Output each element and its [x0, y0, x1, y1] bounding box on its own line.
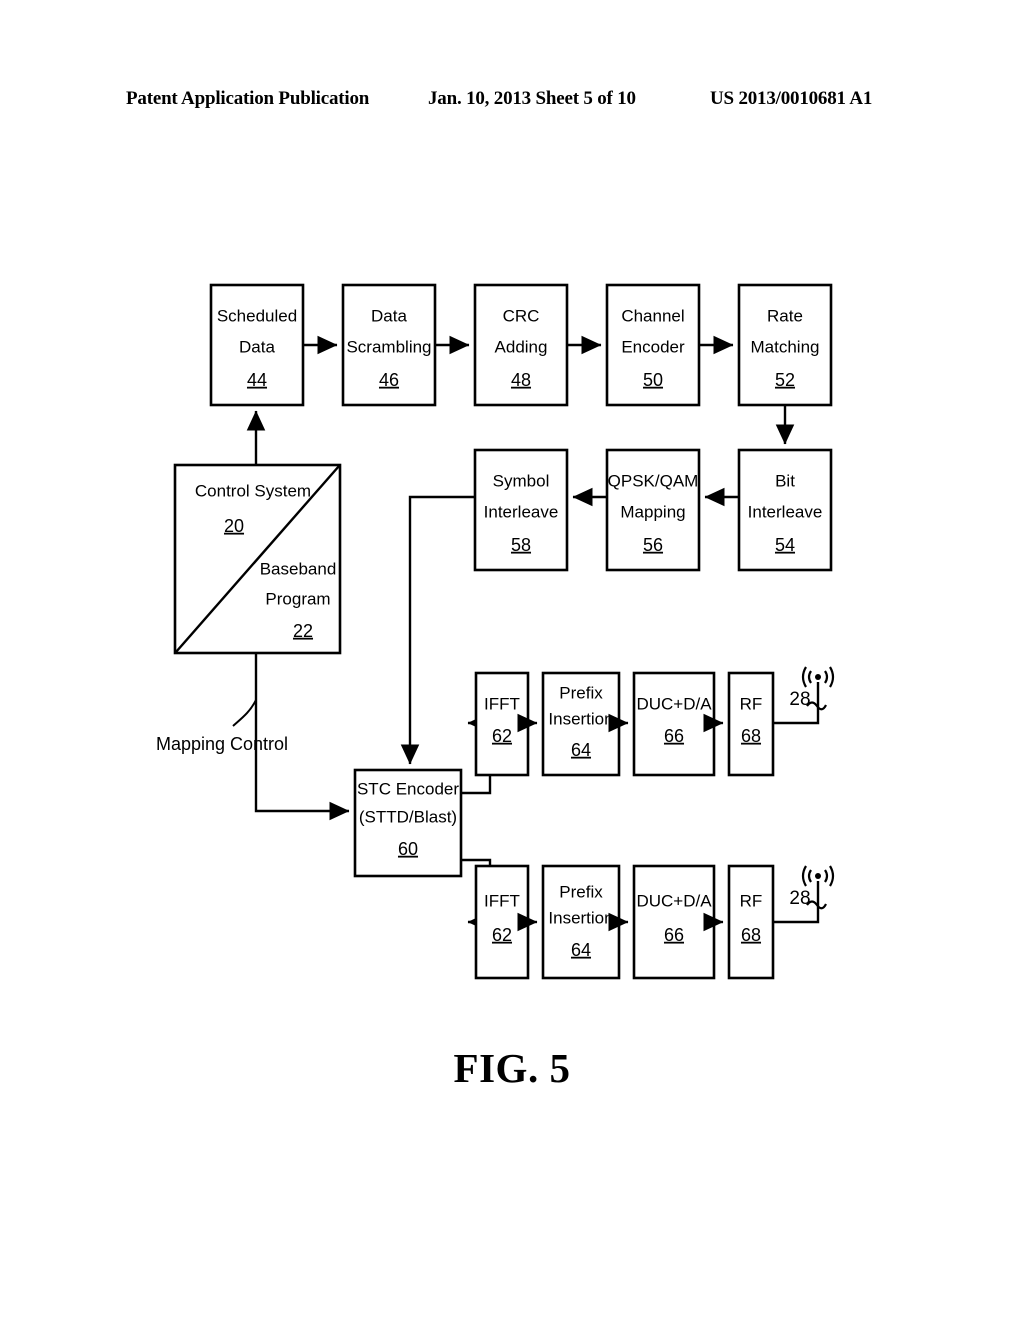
- block-label-line1: RF: [740, 694, 763, 713]
- block-duc-da-lower: DUC+D/A 66: [632, 864, 716, 980]
- block-ref-number: 64: [571, 940, 591, 960]
- block-crc-adding: CRC Adding 48: [473, 283, 569, 407]
- block-rf-upper: RF 68: [727, 671, 775, 777]
- block-label-line1: IFFT: [484, 694, 520, 713]
- block-prefix-insertion-upper: Prefix Insertion 64: [541, 671, 621, 777]
- antenna-lower-radiator-dot: [815, 873, 821, 879]
- block-duc-da-upper: DUC+D/A 66: [632, 671, 716, 777]
- block-ref-number: 68: [741, 726, 761, 746]
- block-label-line2: Encoder: [621, 337, 685, 356]
- patent-drawing-page: Patent Application Publication Jan. 10, …: [0, 0, 1024, 1320]
- block-ref-number: 60: [398, 839, 418, 859]
- block-ifft-lower: IFFT 62: [474, 864, 530, 980]
- block-label-line2: Matching: [751, 337, 820, 356]
- block-label-line1: CRC: [503, 306, 540, 325]
- block-label-line1: QPSK/QAM: [608, 471, 699, 490]
- antenna-lower-wave-left-inner: [807, 869, 812, 883]
- block-label-line2: Adding: [495, 337, 548, 356]
- block-label-line1: STC Encoder: [357, 779, 459, 798]
- block-ref-number: 68: [741, 925, 761, 945]
- block-data-scrambling: Data Scrambling 46: [341, 283, 437, 407]
- mapping-control-label-line1: Mapping Control: [156, 734, 288, 754]
- block-label-line1: Symbol: [493, 471, 550, 490]
- block-label-line2: Scrambling: [346, 337, 431, 356]
- block-label-line1: Scheduled: [217, 306, 297, 325]
- arrow-symbol-interleave-to-stc-encoder: [400, 495, 475, 765]
- block-control-system: Control System 20 Baseband Program 22: [173, 463, 342, 655]
- baseband-program-label-line2: Program: [265, 589, 330, 608]
- antenna-lower-wave-right-inner: [824, 869, 829, 883]
- block-label-line2: Interleave: [748, 502, 823, 521]
- block-ref-number: 66: [664, 726, 684, 746]
- block-symbol-interleave: Symbol Interleave 58: [473, 448, 569, 572]
- antenna-upper-wave-left-outer: [801, 666, 807, 688]
- antenna-lower-wave-left-outer: [801, 865, 807, 887]
- block-ifft-upper: IFFT 62: [474, 671, 530, 777]
- block-label-line1: IFFT: [484, 891, 520, 910]
- block-rf-lower: RF 68: [727, 864, 775, 980]
- antenna-lower-ref-number: 28: [789, 888, 810, 909]
- block-ref-number: 54: [775, 535, 795, 555]
- block-label-line1: Prefix: [559, 683, 603, 702]
- figure-caption: FIG. 5: [453, 1045, 571, 1091]
- block-bit-interleave: Bit Interleave 54: [737, 448, 833, 572]
- block-label-line2: Data: [239, 337, 275, 356]
- block-label-line1: Prefix: [559, 882, 603, 901]
- block-ref-number: 62: [492, 726, 512, 746]
- antenna-upper-radiator-dot: [815, 674, 821, 680]
- block-ref-number: 62: [492, 925, 512, 945]
- block-label-line2: Insertion: [548, 709, 613, 728]
- block-label-line2: Insertion: [548, 908, 613, 927]
- baseband-program-label-line1: Baseband: [260, 559, 337, 578]
- block-label-line1: Data: [371, 306, 407, 325]
- block-label-line1: Bit: [775, 471, 795, 490]
- block-ref-number: 64: [571, 740, 591, 760]
- block-ref-number: 56: [643, 535, 663, 555]
- block-ref-number: 46: [379, 370, 399, 390]
- antenna-upper-wave-right-inner: [824, 670, 829, 684]
- block-prefix-insertion-lower: Prefix Insertion 64: [541, 864, 621, 980]
- baseband-program-ref-number: 22: [293, 621, 313, 641]
- block-label-line2: (STTD/Blast): [359, 807, 457, 826]
- antenna-upper: 28: [773, 666, 835, 725]
- block-ref-number: 66: [664, 925, 684, 945]
- block-rate-matching: Rate Matching 52: [737, 283, 833, 407]
- block-ref-number: 44: [247, 370, 267, 390]
- antenna-upper-wave-right-outer: [829, 666, 835, 688]
- block-label-line1: DUC+D/A: [636, 891, 712, 910]
- block-label-line1: DUC+D/A: [636, 694, 712, 713]
- mapping-control-leader-line: [232, 699, 257, 727]
- block-ref-number: 52: [775, 370, 795, 390]
- figure-5-block-diagram: Scheduled Data 44 Data Scrambling 46 CRC…: [156, 283, 835, 980]
- arrow-control-system-to-stc-encoder: [254, 653, 350, 821]
- block-scheduled-data: Scheduled Data 44: [209, 283, 305, 407]
- control-system-label: Control System: [195, 481, 311, 500]
- block-ref-number: 58: [511, 535, 531, 555]
- antenna-lower-wave-right-outer: [829, 865, 835, 887]
- block-channel-encoder: Channel Encoder 50: [605, 283, 701, 407]
- antenna-upper-wave-left-inner: [807, 670, 812, 684]
- block-ref-number: 50: [643, 370, 663, 390]
- block-ref-number: 48: [511, 370, 531, 390]
- block-stc-encoder: STC Encoder (STTD/Blast) 60: [353, 768, 463, 878]
- block-label-line1: Channel: [621, 306, 684, 325]
- block-label-line2: Interleave: [484, 502, 559, 521]
- block-label-line2: Mapping: [620, 502, 685, 521]
- block-qpsk-qam-mapping: QPSK/QAM Mapping 56: [605, 448, 701, 572]
- control-system-ref-number: 20: [224, 516, 244, 536]
- antenna-upper-ref-number: 28: [789, 689, 810, 710]
- antenna-lower: 28: [773, 865, 835, 924]
- block-label-line1: Rate: [767, 306, 803, 325]
- block-label-line1: RF: [740, 891, 763, 910]
